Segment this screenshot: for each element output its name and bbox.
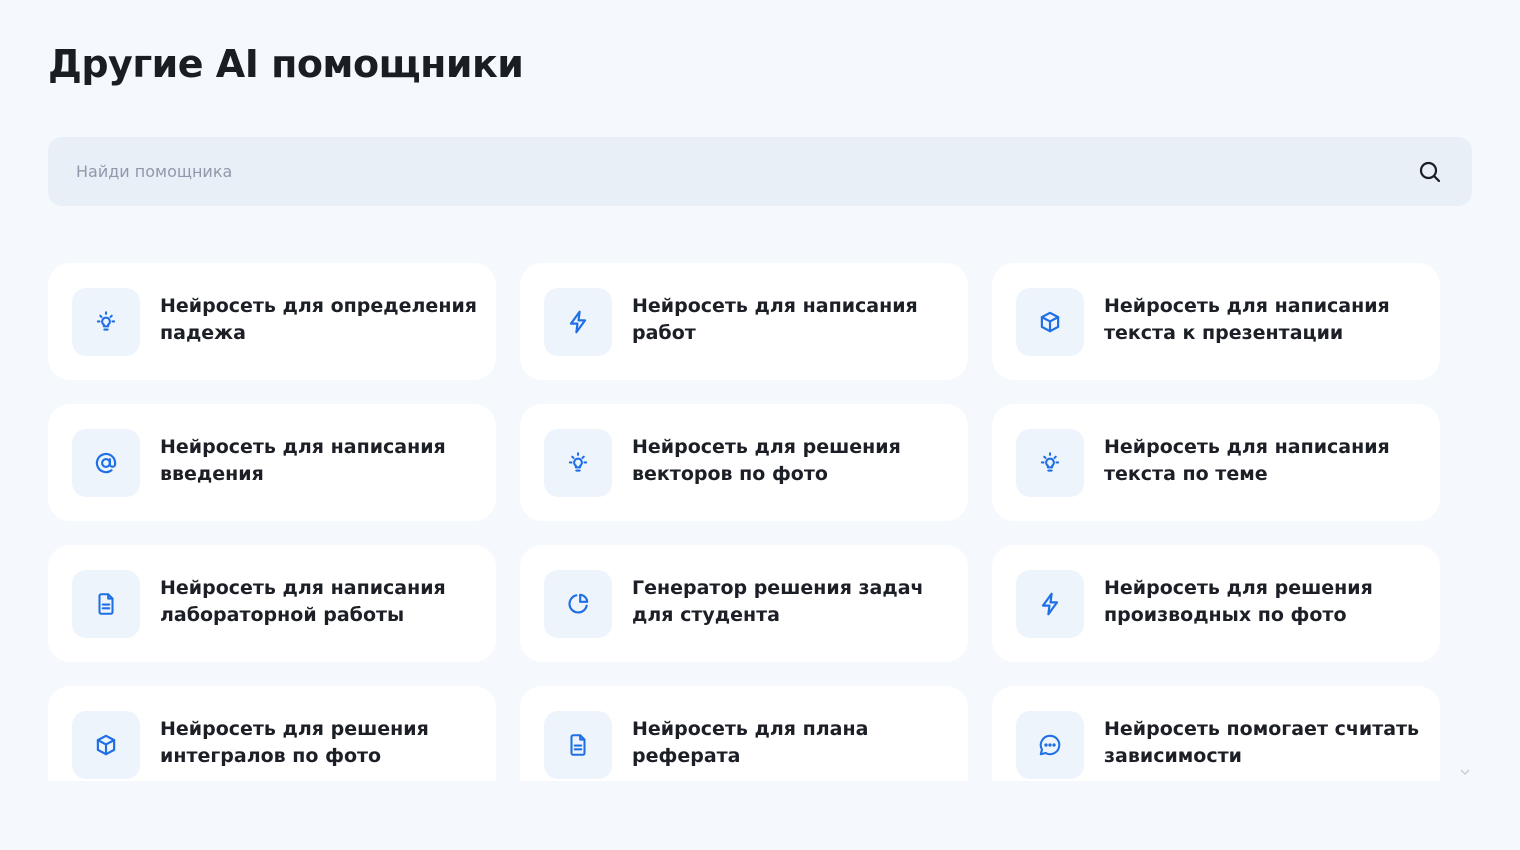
- assistant-card-label: Нейросеть для написания текста к презент…: [1104, 295, 1390, 344]
- assistant-card-label: Нейросеть для написания лабораторной раб…: [160, 577, 446, 626]
- at-sign-icon: [72, 429, 140, 497]
- lightbulb-icon: [544, 429, 612, 497]
- assistants-page: Другие AI помощники Нейросеть для опреде…: [0, 0, 1520, 850]
- assistant-card[interactable]: Генератор решения задач для студента: [520, 545, 968, 662]
- assistant-card[interactable]: Нейросеть для решения интегралов по фото: [48, 686, 496, 781]
- page-title: Другие AI помощники: [48, 42, 524, 86]
- assistant-card[interactable]: Нейросеть помогает считать зависимости: [992, 686, 1440, 781]
- lightning-icon: [544, 288, 612, 356]
- assistant-card-label: Нейросеть для написания работ: [632, 295, 918, 344]
- document-icon: [72, 570, 140, 638]
- assistant-card[interactable]: Нейросеть для определения падежа: [48, 263, 496, 380]
- assistant-card[interactable]: Нейросеть для написания работ: [520, 263, 968, 380]
- assistant-card-label: Нейросеть для написания текста по теме: [1104, 436, 1390, 485]
- search-input[interactable]: [76, 137, 1376, 206]
- assistant-card-label: Генератор решения задач для студента: [632, 577, 924, 626]
- pie-chart-icon: [544, 570, 612, 638]
- assistant-card-label: Нейросеть для определения падежа: [160, 295, 477, 344]
- assistant-card[interactable]: Нейросеть для написания введения: [48, 404, 496, 521]
- assistant-card[interactable]: Нейросеть для плана реферата: [520, 686, 968, 781]
- assistant-card-label: Нейросеть для написания введения: [160, 436, 446, 485]
- assistant-card-label: Нейросеть для решения векторов по фото: [632, 436, 901, 485]
- assistant-card-label: Нейросеть для плана реферата: [632, 718, 869, 767]
- lightning-icon: [1016, 570, 1084, 638]
- cube-icon: [72, 711, 140, 779]
- assistant-card[interactable]: Нейросеть для написания лабораторной раб…: [48, 545, 496, 662]
- scroll-down-icon[interactable]: [1460, 768, 1470, 776]
- search-icon[interactable]: [1416, 158, 1444, 186]
- document-icon: [544, 711, 612, 779]
- assistant-card[interactable]: Нейросеть для решения векторов по фото: [520, 404, 968, 521]
- lightbulb-icon: [72, 288, 140, 356]
- lightbulb-icon: [1016, 429, 1084, 497]
- assistant-grid: Нейросеть для определения падежа Нейросет…: [48, 263, 1458, 781]
- assistant-card[interactable]: Нейросеть для написания текста по теме: [992, 404, 1440, 521]
- assistant-card[interactable]: Нейросеть для написания текста к презент…: [992, 263, 1440, 380]
- assistant-card-label: Нейросеть помогает считать зависимости: [1104, 718, 1420, 767]
- assistant-card-label: Нейросеть для решения интегралов по фото: [160, 718, 429, 767]
- chat-bubble-icon: [1016, 711, 1084, 779]
- cube-icon: [1016, 288, 1084, 356]
- search-bar: [48, 137, 1472, 206]
- assistant-card-label: Нейросеть для решения производных по фот…: [1104, 577, 1373, 626]
- assistant-card[interactable]: Нейросеть для решения производных по фот…: [992, 545, 1440, 662]
